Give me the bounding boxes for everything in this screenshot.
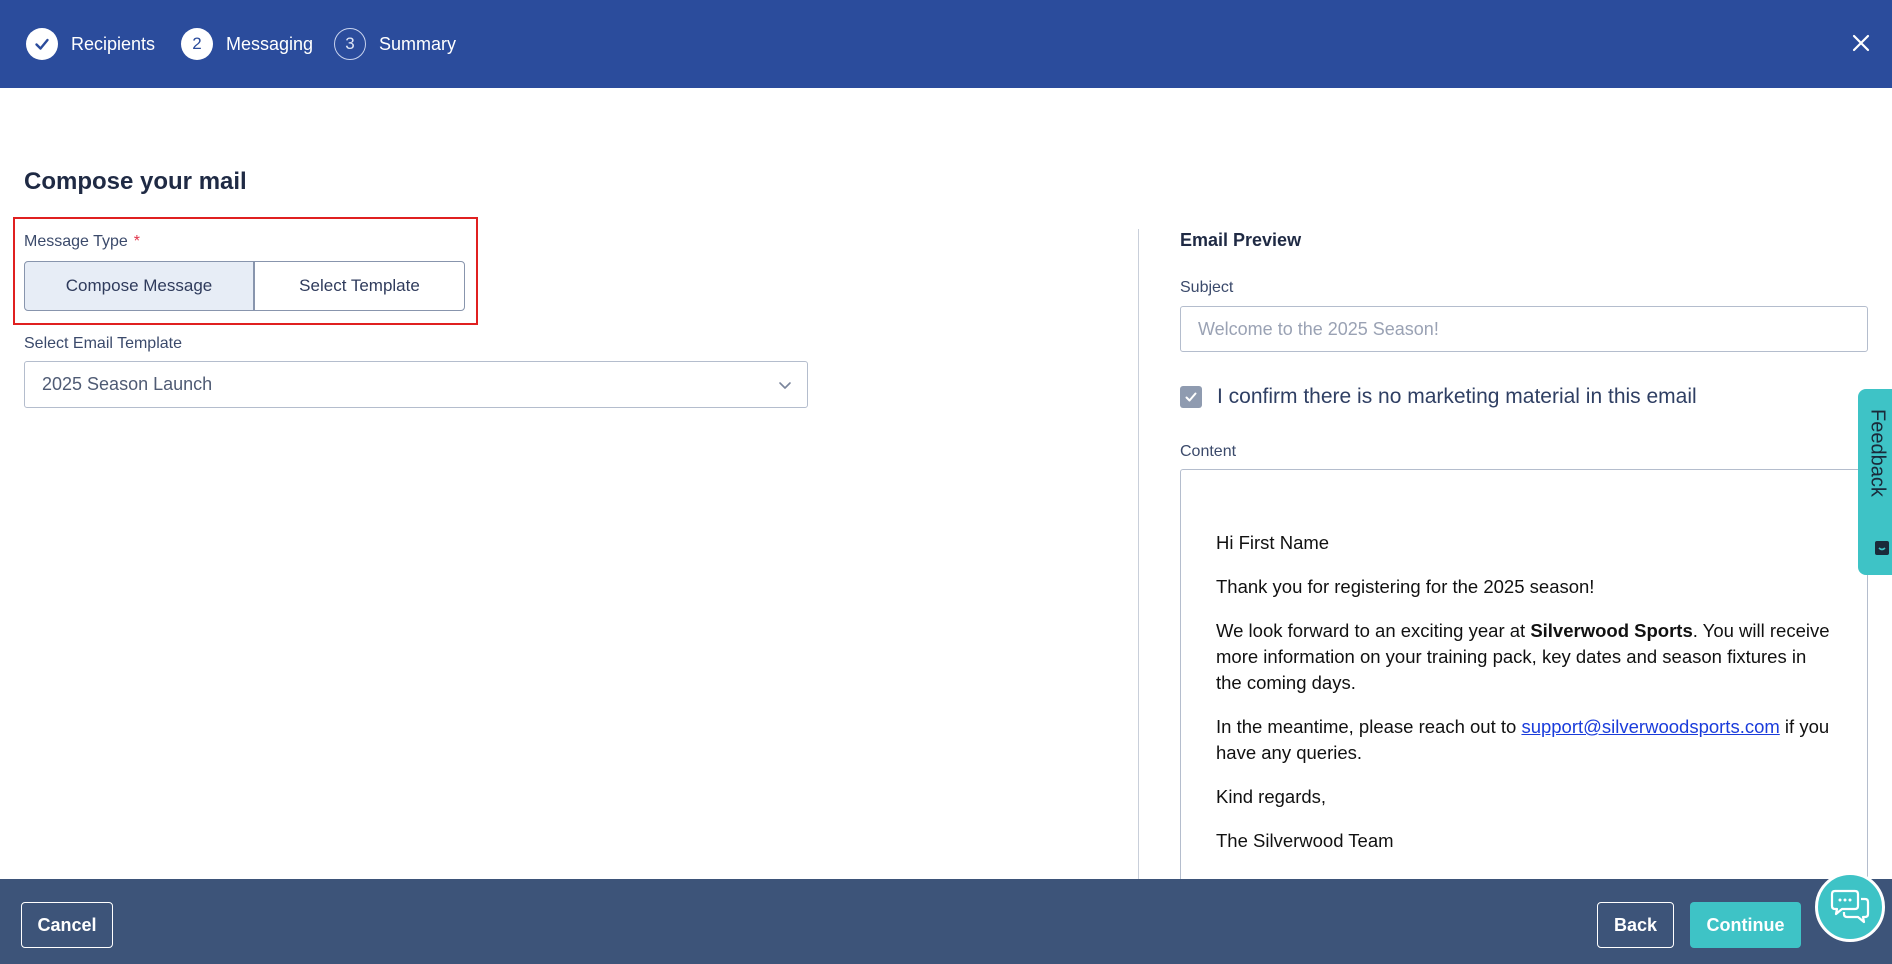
confirm-text: I confirm there is no marketing material… bbox=[1217, 385, 1697, 408]
step-number: 3 bbox=[334, 28, 366, 60]
chat-icon bbox=[1830, 889, 1870, 924]
page-title: Compose your mail bbox=[24, 168, 247, 195]
email-preview-title: Email Preview bbox=[1180, 230, 1302, 250]
cancel-button[interactable]: Cancel bbox=[21, 902, 113, 948]
chat-button[interactable] bbox=[1815, 872, 1885, 942]
required-marker: * bbox=[133, 233, 140, 250]
feedback-label: Feedback bbox=[1866, 409, 1889, 497]
signoff: Kind regards, bbox=[1216, 786, 1327, 807]
email-template-select[interactable]: 2025 Season Launch bbox=[24, 361, 808, 408]
marketing-confirm[interactable]: I confirm there is no marketing material… bbox=[1180, 385, 1697, 409]
chevron-down-icon bbox=[779, 382, 791, 389]
step-recipients[interactable]: Recipients bbox=[26, 27, 155, 61]
back-button[interactable]: Back bbox=[1597, 902, 1674, 948]
step-summary[interactable]: 3 Summary bbox=[334, 27, 456, 61]
column-divider bbox=[1138, 229, 1139, 879]
subject-input[interactable]: Welcome to the 2025 Season! bbox=[1180, 306, 1868, 352]
template-label: Select Email Template bbox=[24, 335, 182, 352]
feedback-tab[interactable]: Feedback bbox=[1858, 389, 1892, 575]
text: We look forward to an exciting year at bbox=[1216, 620, 1531, 641]
step-label: Messaging bbox=[226, 33, 314, 54]
select-value: 2025 Season Launch bbox=[42, 374, 213, 394]
content-label: Content bbox=[1180, 443, 1237, 460]
continue-button[interactable]: Continue bbox=[1690, 902, 1801, 948]
text: In the meantime, please reach out to bbox=[1216, 716, 1522, 737]
compose-message-option[interactable]: Compose Message bbox=[24, 261, 254, 311]
close-button[interactable] bbox=[1846, 28, 1876, 58]
label-text: Message Type bbox=[24, 233, 128, 250]
support-email-link[interactable]: support@silverwoodsports.com bbox=[1521, 716, 1779, 737]
paragraph: In the meantime, please reach out to sup… bbox=[1216, 714, 1836, 766]
wizard-header: Recipients 2 Messaging 3 Summary bbox=[0, 0, 1892, 88]
select-template-option[interactable]: Select Template bbox=[254, 261, 465, 311]
paragraph: We look forward to an exciting year at S… bbox=[1216, 618, 1836, 696]
message-type-label: Message Type * bbox=[24, 233, 140, 251]
footer-bar: Cancel Back Continue bbox=[0, 879, 1892, 964]
step-number: 2 bbox=[181, 28, 213, 60]
check-icon bbox=[26, 28, 58, 60]
confirm-checkbox[interactable] bbox=[1180, 386, 1202, 408]
greeting: Hi First Name bbox=[1216, 532, 1330, 553]
step-label: Recipients bbox=[71, 33, 156, 54]
check-icon bbox=[1185, 392, 1197, 402]
subject-label: Subject bbox=[1180, 279, 1234, 296]
feedback-icon bbox=[1875, 541, 1889, 555]
email-body: Hi First Name Thank you for registering … bbox=[1216, 530, 1836, 872]
signature: The Silverwood Team bbox=[1216, 830, 1394, 851]
step-messaging[interactable]: 2 Messaging bbox=[181, 27, 313, 61]
paragraph: Thank you for registering for the 2025 s… bbox=[1216, 576, 1595, 597]
step-label: Summary bbox=[379, 33, 457, 54]
content-preview[interactable]: Hi First Name Thank you for registering … bbox=[1180, 469, 1868, 889]
close-icon bbox=[1852, 34, 1870, 52]
org-name: Silverwood Sports bbox=[1530, 620, 1693, 641]
